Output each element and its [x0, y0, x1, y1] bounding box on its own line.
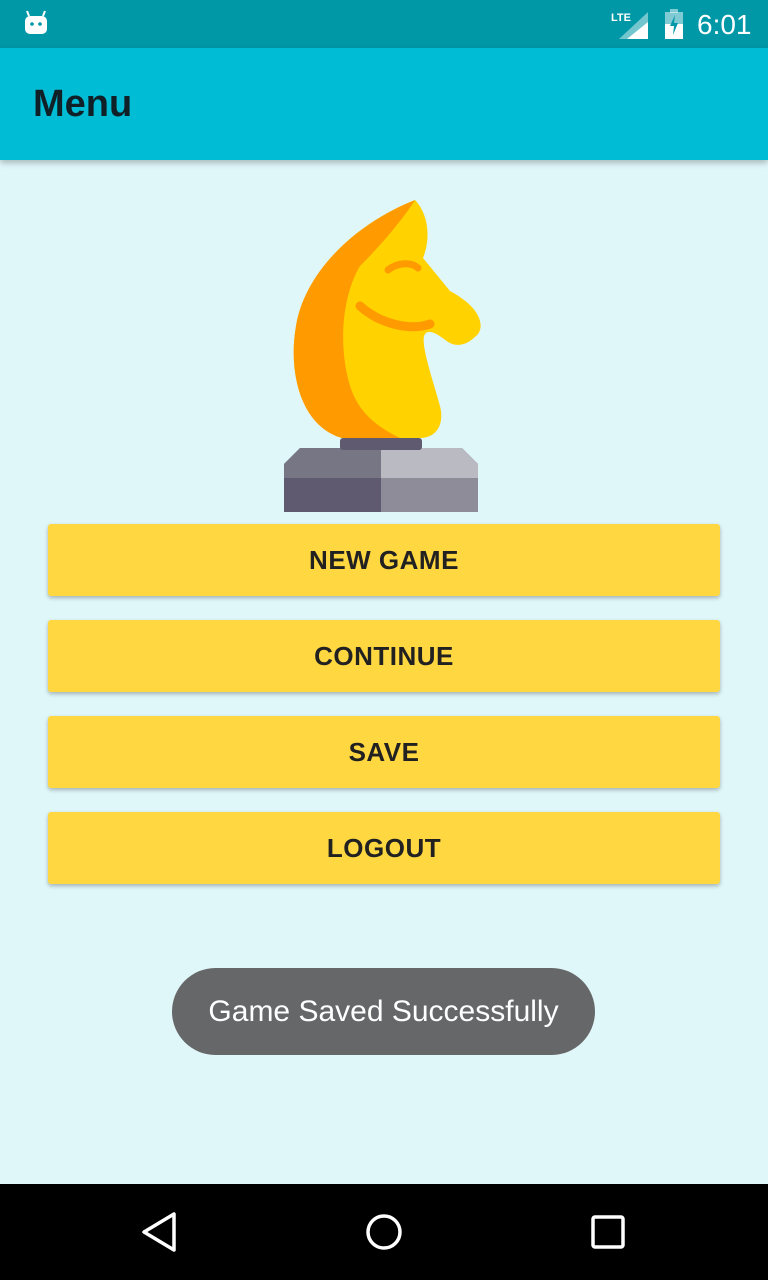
battery-icon [665, 9, 683, 39]
logout-button[interactable]: LOGOUT [48, 812, 720, 884]
lte-signal-icon: LTE [611, 12, 648, 39]
recents-icon[interactable] [584, 1208, 632, 1256]
status-clock: 6:01 [697, 9, 752, 40]
new-game-button[interactable]: NEW GAME [48, 524, 720, 596]
app-bar: Menu [0, 48, 768, 160]
back-icon[interactable] [136, 1208, 184, 1256]
continue-button[interactable]: CONTINUE [48, 620, 720, 692]
android-icon [25, 10, 47, 34]
status-bar: LTE 6:01 [0, 0, 768, 48]
svg-text:LTE: LTE [611, 12, 631, 24]
navigation-bar [0, 1184, 768, 1280]
page-title: Menu [33, 83, 133, 125]
save-button[interactable]: SAVE [48, 716, 720, 788]
toast-message: Game Saved Successfully [172, 968, 595, 1055]
chess-knight-icon [284, 200, 481, 512]
home-icon[interactable] [360, 1208, 408, 1256]
